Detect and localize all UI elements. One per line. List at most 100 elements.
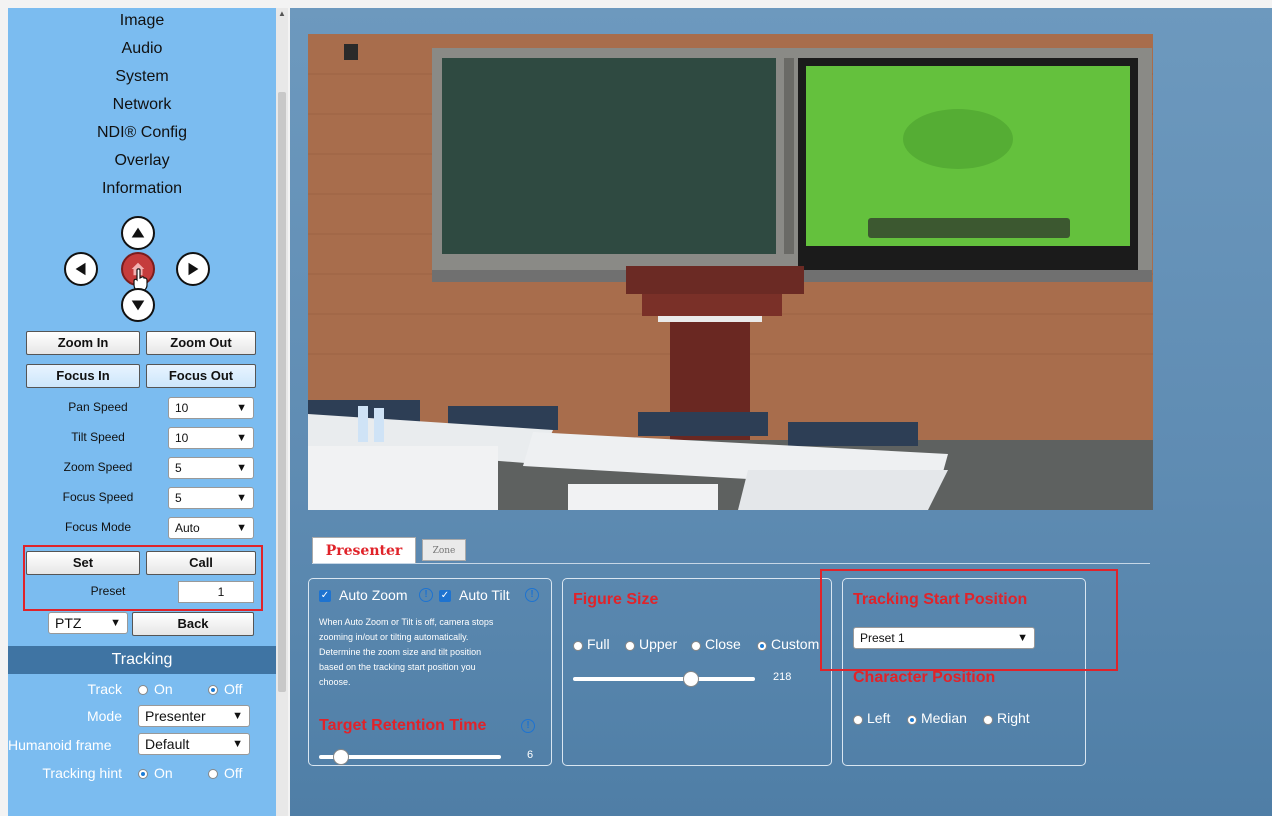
set-preset-button[interactable]: Set [26,551,140,575]
tab-presenter[interactable]: Presenter [312,537,416,563]
checkbox-checked-icon[interactable]: ✓ [439,590,451,602]
sidebar: Image Audio System Network NDI® Config O… [8,8,276,816]
info-icon[interactable]: ! [419,588,433,602]
chevron-down-icon: ▼ [236,432,247,444]
back-button[interactable]: Back [132,612,254,636]
auto-zoom-label: Auto Zoom [339,587,408,603]
info-icon[interactable]: ! [521,719,535,733]
figure-size-slider-thumb[interactable] [683,671,700,687]
menu-item-system[interactable]: System [8,68,276,86]
pan-speed-value: 10 [175,401,189,415]
figure-size-title: Figure Size [573,591,659,608]
figure-size-slider-track[interactable] [573,677,755,681]
ptz-down-button[interactable] [121,288,155,322]
pan-speed-label: Pan Speed [68,400,128,414]
hint-off-radio[interactable] [208,769,218,779]
tilt-speed-value: 10 [175,431,189,445]
tab-divider [312,563,1150,564]
figure-close-radio[interactable] [691,641,701,651]
ptz-right-button[interactable] [176,252,210,286]
figure-custom-radio[interactable] [757,641,767,651]
retention-slider-thumb[interactable] [332,749,349,765]
menu-item-overlay[interactable]: Overlay [8,152,276,170]
tracking-mode-select[interactable]: Presenter ▼ [138,705,250,727]
retention-value: 6 [527,749,534,761]
focus-out-button[interactable]: Focus Out [146,364,256,388]
ptz-left-button[interactable] [64,252,98,286]
track-off-label: Off [224,681,243,697]
note-line: choose. [319,677,351,687]
zoom-speed-select[interactable]: 5 ▼ [168,457,254,479]
checkbox-checked-icon[interactable]: ✓ [319,590,331,602]
call-preset-button[interactable]: Call [146,551,256,575]
auto-zoom-panel: ✓ Auto Zoom ! ✓ Auto Tilt ! When Auto Zo… [308,578,552,766]
menu-item-image[interactable]: Image [8,12,276,30]
char-median-radio[interactable] [907,715,917,725]
figure-close-label: Close [705,636,741,652]
arrow-down-icon [131,300,145,311]
char-median-label: Median [921,710,967,726]
ptz-mode-value: PTZ [55,615,82,631]
tilt-speed-select[interactable]: 10 ▼ [168,427,254,449]
note-line: Determine the zoom size and tilt positio… [319,647,482,657]
scrollbar-thumb[interactable] [278,92,286,692]
chevron-down-icon: ▼ [236,402,247,414]
preset-label: Preset [90,584,126,598]
focus-mode-value: Auto [175,521,200,535]
chevron-down-icon: ▼ [232,738,243,750]
menu-item-ndi-config[interactable]: NDI® Config [8,124,276,142]
humanoid-frame-select[interactable]: Default ▼ [138,733,250,755]
preset-number-input[interactable]: 1 [178,581,254,603]
humanoid-frame-label: Humanoid frame [8,737,112,753]
char-right-radio[interactable] [983,715,993,725]
zoom-out-button[interactable]: Zoom Out [146,331,256,355]
focus-in-button[interactable]: Focus In [26,364,140,388]
menu-item-information[interactable]: Information [8,180,276,198]
pan-speed-select[interactable]: 10 ▼ [168,397,254,419]
auto-zoom-note: When Auto Zoom or Tilt is off, camera st… [319,615,549,690]
character-position-title: Character Position [853,669,996,686]
tracking-start-highlight-box [820,569,1118,671]
track-off-radio[interactable] [208,685,218,695]
track-label: Track [87,681,122,697]
chevron-down-icon: ▼ [236,522,247,534]
figure-upper-radio[interactable] [625,641,635,651]
menu-item-network[interactable]: Network [8,96,276,114]
figure-size-value: 218 [773,671,792,683]
zoom-speed-label: Zoom Speed [63,460,133,474]
ptz-mode-select[interactable]: PTZ ▼ [48,612,128,634]
tracking-mode-value: Presenter [145,708,206,724]
ptz-up-button[interactable] [121,216,155,250]
tracking-section-header: Tracking [8,646,276,674]
arrow-left-icon [75,262,86,276]
humanoid-frame-value: Default [145,736,190,752]
focus-speed-label: Focus Speed [62,490,134,504]
chevron-down-icon: ▼ [236,492,247,504]
focus-speed-select[interactable]: 5 ▼ [168,487,254,509]
tilt-speed-label: Tilt Speed [71,430,125,444]
info-icon[interactable]: ! [525,588,539,602]
note-line: When Auto Zoom or Tilt is off, camera st… [319,617,494,627]
menu-item-audio[interactable]: Audio [8,40,276,58]
note-line: zooming in/out or tilting automatically. [319,632,469,642]
arrow-right-icon [188,262,199,276]
figure-custom-label: Custom [771,636,820,652]
focus-speed-value: 5 [175,491,182,505]
track-on-radio[interactable] [138,685,148,695]
hint-on-radio[interactable] [138,769,148,779]
char-left-label: Left [867,710,891,726]
note-line: based on the tracking start position you [319,662,476,672]
scroll-up-arrow-icon[interactable]: ▲ [278,8,286,20]
focus-mode-select[interactable]: Auto ▼ [168,517,254,539]
tab-zone[interactable]: Zone [422,539,466,561]
figure-full-label: Full [587,636,610,652]
sidebar-scrollbar[interactable]: ▲ [276,8,288,816]
zoom-in-button[interactable]: Zoom In [26,331,140,355]
focus-mode-label: Focus Mode [64,520,132,534]
main-panel: Presenter Zone ✓ Auto Zoom ! ✓ Auto Tilt… [290,8,1272,816]
camera-video-preview [308,34,1153,510]
char-left-radio[interactable] [853,715,863,725]
figure-full-radio[interactable] [573,641,583,651]
zoom-speed-value: 5 [175,461,182,475]
arrow-up-icon [131,227,145,238]
